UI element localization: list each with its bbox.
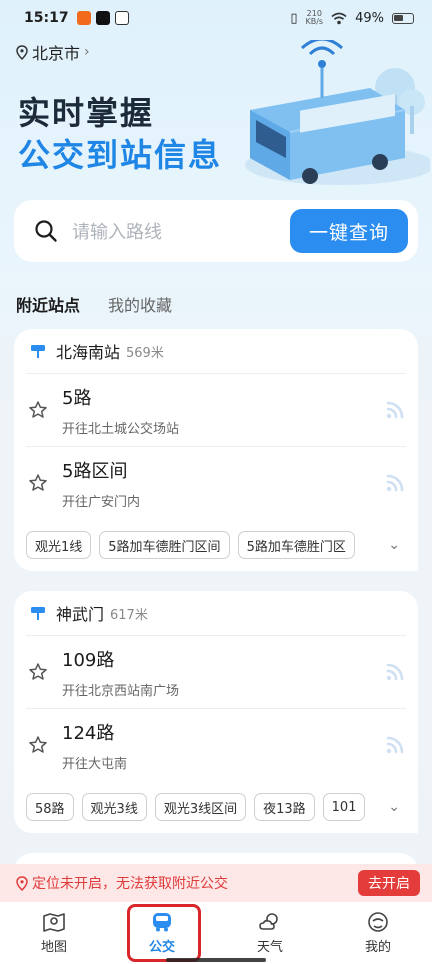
tab-nearby-stops[interactable]: 附近站点	[16, 292, 80, 316]
tiktok-icon	[95, 11, 110, 25]
network-speed: 210 KB/s	[305, 10, 323, 26]
route-search-input[interactable]: 请输入路线	[72, 218, 290, 244]
weather-icon	[259, 913, 278, 930]
expand-chevron-icon[interactable]: ⌄	[374, 781, 418, 833]
stop-name: 北海南站	[56, 343, 121, 362]
city-name: 北京市	[32, 44, 81, 63]
route-name: 5路区间	[62, 460, 128, 482]
tab-map-label: 地图	[40, 940, 67, 955]
bottom-tab-bar: 地图 公交 天气 我的	[0, 902, 432, 964]
app-notification-icon	[76, 11, 91, 25]
tab-map[interactable]: 地图	[0, 902, 108, 964]
route-row[interactable]: 124路 开往大屯南	[14, 709, 418, 781]
bus-stop-sign-icon	[31, 607, 45, 620]
stop-header[interactable]: 神武门 617米	[14, 591, 418, 635]
route-name: 5路	[62, 387, 92, 409]
chevron-right-icon: ›	[84, 44, 90, 60]
route-row[interactable]: 109路 开往北京西站南广场	[14, 636, 418, 708]
enable-location-button[interactable]: 去开启	[358, 870, 420, 896]
battery-icon	[392, 12, 414, 24]
route-chip[interactable]: 5路加车德胜门区间	[99, 531, 230, 559]
stop-card: 北海南站 569米 5路 开往北土城公交场站 5路区间 开往广安门内 观光1线 …	[14, 329, 418, 571]
network-speed-unit: KB/s	[305, 17, 324, 26]
wifi-icon	[331, 12, 347, 24]
stop-name: 神武门	[56, 605, 105, 624]
route-chip[interactable]: 夜13路	[254, 793, 315, 821]
favorite-star-icon[interactable]	[28, 662, 48, 682]
search-icon	[35, 220, 57, 242]
route-chips: 58路 观光3线 观光3线区间 夜13路 101 ⌄	[14, 781, 418, 833]
favorite-star-icon[interactable]	[28, 400, 48, 420]
hero-title-line1: 实时掌握	[18, 94, 155, 132]
map-icon	[43, 913, 65, 932]
status-bar: 15:17 ▯ 210 KB/s 49%	[0, 0, 432, 36]
stop-card: 神武门 617米 109路 开往北京西站南广场 124路 开往大屯南 58路 观…	[14, 591, 418, 833]
favorite-star-icon[interactable]	[28, 735, 48, 755]
tab-mine[interactable]: 我的	[324, 902, 432, 964]
tab-my-favorites[interactable]: 我的收藏	[108, 292, 172, 316]
route-name: 109路	[62, 649, 115, 671]
stop-distance: 569米	[126, 345, 164, 361]
app-store-icon	[114, 11, 129, 25]
query-button[interactable]: 一键查询	[290, 209, 408, 253]
route-row[interactable]: 5路区间 开往广安门内	[14, 447, 418, 519]
stop-distance: 617米	[110, 607, 148, 623]
expand-chevron-icon[interactable]: ⌄	[374, 519, 418, 571]
banner-message: 定位未开启，无法获取附近公交	[32, 876, 228, 892]
tab-weather-label: 天气	[256, 940, 283, 955]
selection-highlight-box	[127, 904, 201, 962]
search-bar: 请输入路线 一键查询	[14, 200, 418, 262]
profile-icon	[368, 912, 388, 932]
route-chip[interactable]: 58路	[26, 793, 74, 821]
route-chip[interactable]: 5路加车德胜门区	[237, 531, 355, 559]
bus-illustration	[245, 40, 430, 185]
location-pin-icon	[16, 44, 28, 60]
hero-title-line2: 公交到站信息	[18, 136, 223, 174]
battery-percent: 49%	[355, 10, 384, 26]
location-pin-icon	[16, 875, 28, 891]
route-name: 124路	[62, 722, 115, 744]
route-chip[interactable]: 观光3线	[81, 793, 147, 821]
bus-stop-sign-icon	[31, 345, 45, 358]
realtime-signal-icon	[386, 474, 404, 492]
route-destination: 开往广安门内	[62, 494, 141, 510]
city-selector[interactable]: 北京市 ›	[16, 40, 90, 64]
tab-mine-label: 我的	[364, 940, 391, 955]
home-indicator	[166, 958, 266, 962]
stop-header[interactable]: 北海南站 569米	[14, 329, 418, 373]
stop-tabs: 附近站点 我的收藏	[16, 292, 172, 316]
tab-weather[interactable]: 天气	[216, 902, 324, 964]
route-chip[interactable]: 101	[322, 793, 366, 821]
favorite-star-icon[interactable]	[28, 473, 48, 493]
route-chip[interactable]: 观光1线	[26, 531, 92, 559]
location-disabled-banner: 定位未开启，无法获取附近公交 去开启	[0, 864, 432, 902]
realtime-signal-icon	[386, 401, 404, 419]
status-time: 15:17	[24, 10, 69, 26]
route-chips: 观光1线 5路加车德胜门区间 5路加车德胜门区 ⌄	[14, 519, 418, 571]
route-destination: 开往大屯南	[62, 756, 128, 772]
route-destination: 开往北土城公交场站	[62, 421, 180, 437]
vibrate-icon: ▯	[290, 10, 298, 26]
route-destination: 开往北京西站南广场	[62, 683, 180, 699]
route-row[interactable]: 5路 开往北土城公交场站	[14, 374, 418, 446]
realtime-signal-icon	[386, 663, 404, 681]
route-chip[interactable]: 观光3线区间	[154, 793, 247, 821]
realtime-signal-icon	[386, 736, 404, 754]
